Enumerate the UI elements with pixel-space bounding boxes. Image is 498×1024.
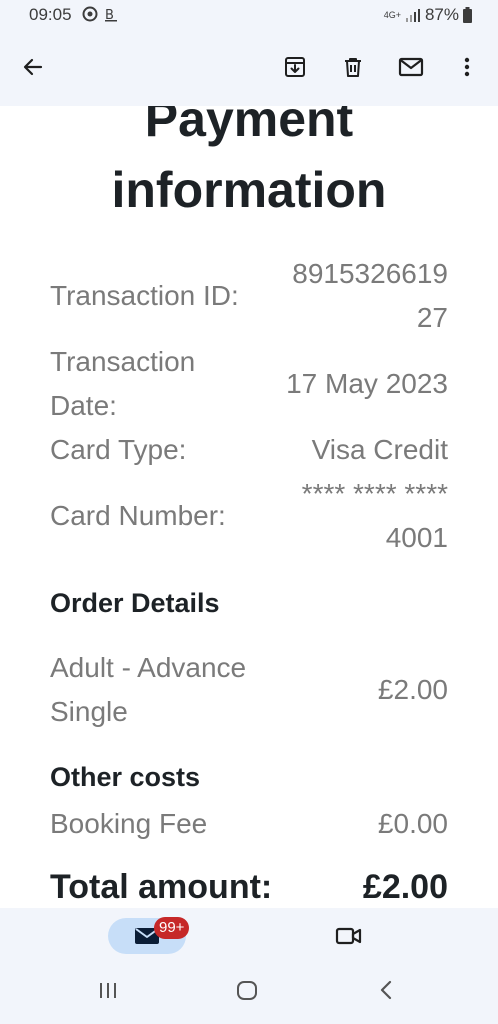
transaction-date-value: 17 May 2023 (286, 368, 448, 399)
archive-button[interactable] (280, 52, 310, 82)
transaction-date-label-1: Transaction (50, 346, 196, 377)
booking-fee-label: Booking Fee (50, 808, 208, 839)
total-label: Total amount: (50, 868, 273, 906)
card-type-label: Card Type: (50, 434, 187, 465)
recent-apps-icon (100, 983, 116, 998)
delete-button[interactable] (338, 52, 368, 82)
more-options-button[interactable] (452, 52, 482, 82)
card-type-row: Card Type: Visa Credit (50, 428, 448, 472)
other-costs-heading: Other costs (50, 762, 201, 792)
order-item-price: £2.00 (377, 674, 448, 705)
card-number-row: Card Number: **** **** **** 4001 (50, 472, 448, 562)
status-notification-icons: B (82, 6, 118, 22)
back-button[interactable] (18, 52, 48, 82)
status-bar: 09:05 B 4G+ 87% (0, 0, 498, 30)
network-type: 4G+ (383, 9, 401, 20)
card-type-value: Visa Credit (311, 434, 448, 465)
svg-text:B: B (105, 8, 114, 22)
mark-unread-icon (398, 57, 424, 77)
order-item-row: Adult - Advance Single £2.00 (50, 646, 448, 734)
transaction-date-row: Transaction Date: 17 May 2023 (50, 340, 448, 428)
card-number-value-2: 4001 (385, 522, 448, 553)
unread-badge: 99+ (154, 917, 190, 939)
home-icon (237, 981, 257, 1000)
home-button[interactable] (235, 978, 259, 1007)
bottom-navigation: 99+ (0, 908, 498, 1024)
battery-percent: 87% (424, 5, 459, 24)
order-item-label-2: Single (50, 696, 128, 727)
video-camera-icon (335, 927, 362, 945)
order-details-heading: Order Details (50, 588, 220, 618)
transaction-id-row: Transaction ID: 8915326619 27 (50, 252, 448, 342)
status-time: 09:05 (29, 5, 72, 24)
sync-status-icon (82, 6, 98, 22)
recent-apps-button[interactable] (96, 978, 120, 1007)
booking-fee-row: Booking Fee £0.00 (50, 802, 448, 846)
email-body: Payment information Transaction ID: 8915… (0, 106, 498, 908)
email-toolbar (0, 30, 498, 106)
transaction-id-label: Transaction ID: (50, 280, 239, 311)
chevron-left-icon (380, 980, 392, 1000)
mark-unread-button[interactable] (396, 52, 426, 82)
booking-fee-value: £0.00 (377, 808, 448, 839)
total-value: £2.00 (362, 868, 448, 906)
transaction-date-label-2: Date: (50, 390, 117, 421)
back-arrow-icon (23, 58, 43, 76)
bluetooth-status-icon: B (105, 8, 117, 22)
battery-icon (463, 7, 472, 23)
page-title-line1: Payment (144, 106, 354, 147)
page-title-line2: information (111, 162, 387, 218)
transaction-id-value-1: 8915326619 (292, 258, 448, 289)
more-vert-icon (464, 57, 470, 77)
card-number-label: Card Number: (50, 500, 226, 531)
meet-tab[interactable] (334, 922, 368, 950)
system-back-button[interactable] (375, 978, 399, 1007)
archive-icon (285, 57, 305, 77)
transaction-id-value-2: 27 (416, 302, 448, 333)
card-number-value-1: **** **** **** (301, 478, 448, 509)
signal-icon (405, 9, 420, 22)
delete-icon (345, 58, 361, 77)
order-item-label-1: Adult - Advance (50, 652, 247, 683)
